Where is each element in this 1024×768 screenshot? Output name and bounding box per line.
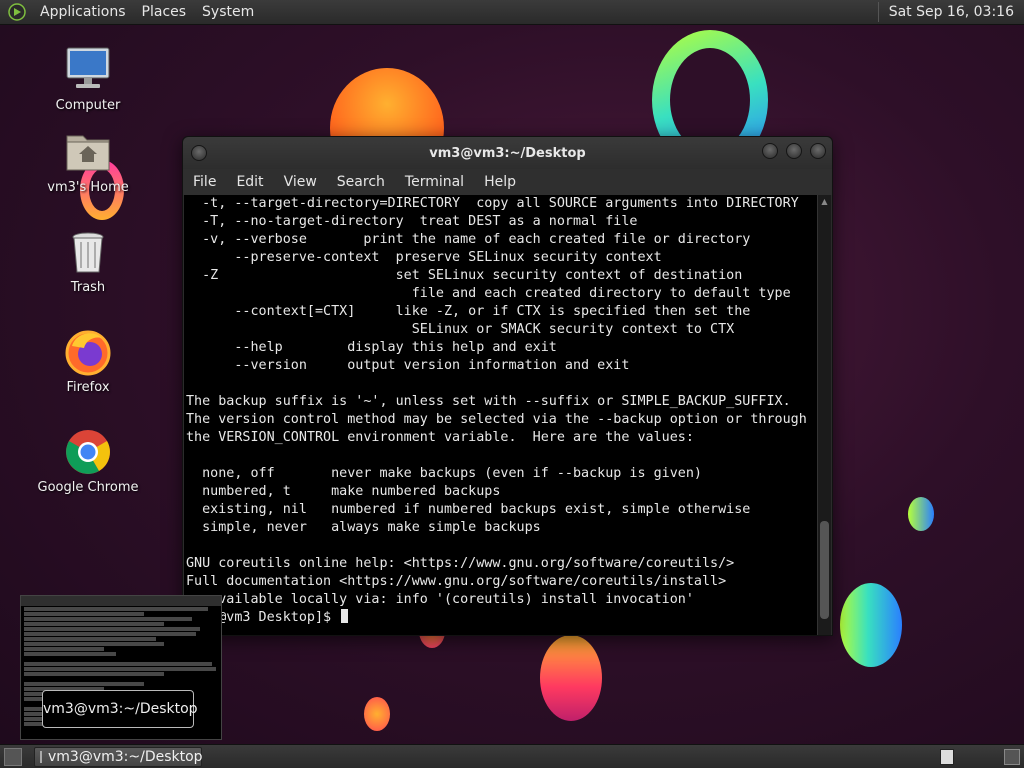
terminal-window[interactable]: vm3@vm3:~/Desktop File Edit View Search … — [182, 136, 833, 636]
menu-search[interactable]: Search — [327, 174, 395, 190]
home-folder-icon — [64, 128, 112, 176]
workspace-switcher[interactable] — [940, 749, 954, 765]
terminal-line: the VERSION_CONTROL environment variable… — [186, 430, 694, 445]
window-title: vm3@vm3:~/Desktop — [429, 145, 586, 161]
wallpaper-right-blob-small — [908, 497, 934, 531]
terminal-line: numbered, t make numbered backups — [186, 484, 501, 499]
terminal-line: -T, --no-target-directory treat DEST as … — [186, 214, 638, 229]
preview-line — [24, 637, 156, 641]
preview-line — [24, 612, 144, 616]
preview-line — [24, 667, 216, 671]
menu-edit[interactable]: Edit — [226, 174, 273, 190]
terminal-line: --version output version information and… — [186, 358, 630, 373]
menu-view[interactable]: View — [274, 174, 327, 190]
scrollbar-thumb[interactable] — [820, 521, 829, 619]
menu-file[interactable]: File — [183, 174, 226, 190]
menu-applications[interactable]: Applications — [32, 0, 134, 25]
terminal-line: file and each created directory to defau… — [186, 286, 791, 301]
terminal-line: -t, --target-directory=DIRECTORY copy al… — [186, 196, 799, 211]
terminal-line: The version control method may be select… — [186, 412, 807, 427]
terminal-line: simple, never always make simple backups — [186, 520, 541, 535]
terminal-line: --preserve-context preserve SELinux secu… — [186, 250, 662, 265]
window-controls — [762, 143, 826, 159]
preview-line — [24, 607, 208, 611]
maximize-button[interactable] — [786, 143, 802, 159]
terminal-line: SELinux or SMACK security context to CTX — [186, 322, 735, 337]
desktop-icon-label: vm3's Home — [47, 180, 129, 195]
terminal-line: Full documentation <https://www.gnu.org/… — [186, 574, 727, 589]
clock[interactable]: Sat Sep 16, 03:16 — [879, 4, 1024, 20]
desktop-icon-chrome[interactable]: Google Chrome — [33, 428, 143, 495]
window-titlebar[interactable]: vm3@vm3:~/Desktop — [183, 137, 832, 169]
preview-line — [24, 647, 104, 651]
preview-line — [24, 632, 196, 636]
wallpaper-right-blob-large — [840, 583, 902, 667]
show-desktop-icon[interactable] — [4, 748, 22, 766]
terminal-line: The backup suffix is '~', unless set wit… — [186, 394, 791, 409]
desktop-icon-computer[interactable]: Computer — [33, 46, 143, 113]
trash-icon — [64, 228, 112, 276]
menu-help[interactable]: Help — [474, 174, 526, 190]
preview-line — [24, 617, 192, 621]
terminal-icon — [40, 751, 42, 763]
terminal-line: or available locally via: info '(coreuti… — [186, 592, 694, 607]
trash-applet-icon[interactable] — [1004, 749, 1020, 765]
terminal-line: none, off never make backups (even if --… — [186, 466, 702, 481]
close-button[interactable] — [810, 143, 826, 159]
desktop-icon-label: Computer — [55, 98, 121, 113]
preview-line — [24, 627, 200, 631]
terminal-line: -Z set SELinux security context of desti… — [186, 268, 743, 283]
terminal-line: --context[=CTX] like -Z, or if CTX is sp… — [186, 304, 751, 319]
distro-logo-icon[interactable] — [8, 3, 26, 21]
computer-icon — [64, 46, 112, 94]
menu-places[interactable]: Places — [134, 0, 195, 25]
terminal-output[interactable]: -t, --target-directory=DIRECTORY copy al… — [184, 195, 818, 635]
chrome-icon — [64, 428, 112, 476]
preview-line — [24, 662, 212, 666]
preview-menubar — [21, 596, 221, 606]
window-menu-button[interactable] — [191, 145, 207, 161]
scroll-up-icon[interactable]: ▲ — [818, 195, 831, 209]
wallpaper-bottom-blob — [540, 635, 602, 721]
desktop-icon-home[interactable]: vm3's Home — [33, 128, 143, 195]
desktop-icon-trash[interactable]: Trash — [33, 228, 143, 295]
menu-system[interactable]: System — [194, 0, 262, 25]
terminal-line: --help display this help and exit — [186, 340, 557, 355]
preview-line — [24, 642, 164, 646]
terminal-cursor — [341, 609, 349, 623]
menu-terminal[interactable]: Terminal — [395, 174, 474, 190]
terminal-scrollbar[interactable]: ▲ — [817, 195, 831, 635]
preview-line — [24, 682, 144, 686]
window-menubar: File Edit View Search Terminal Help — [183, 169, 832, 195]
top-panel: Applications Places System Sat Sep 16, 0… — [0, 0, 1024, 25]
terminal-line: existing, nil numbered if numbered backu… — [186, 502, 751, 517]
preview-line — [24, 622, 164, 626]
wallpaper-tiny-blob — [364, 697, 390, 731]
preview-tooltip: vm3@vm3:~/Desktop — [42, 690, 198, 728]
preview-line — [24, 652, 116, 656]
taskbar-button-terminal[interactable]: vm3@vm3:~/Desktop — [34, 747, 203, 767]
preview-line — [24, 672, 164, 676]
terminal-line: -v, --verbose print the name of each cre… — [186, 232, 751, 247]
terminal-prompt-line[interactable]: [vm3@vm3 Desktop]$ — [184, 609, 818, 627]
desktop-icon-label: Trash — [70, 280, 106, 295]
desktop-icon-firefox[interactable]: Firefox — [33, 328, 143, 395]
terminal-line: GNU coreutils online help: <https://www.… — [186, 556, 735, 571]
desktop-icon-label: Google Chrome — [37, 480, 139, 495]
minimize-button[interactable] — [762, 143, 778, 159]
firefox-icon — [64, 328, 112, 376]
desktop-icon-label: Firefox — [66, 380, 110, 395]
bottom-panel: vm3@vm3:~/Desktop — [0, 744, 1024, 768]
taskbar-button-label: vm3@vm3:~/Desktop — [48, 749, 203, 765]
